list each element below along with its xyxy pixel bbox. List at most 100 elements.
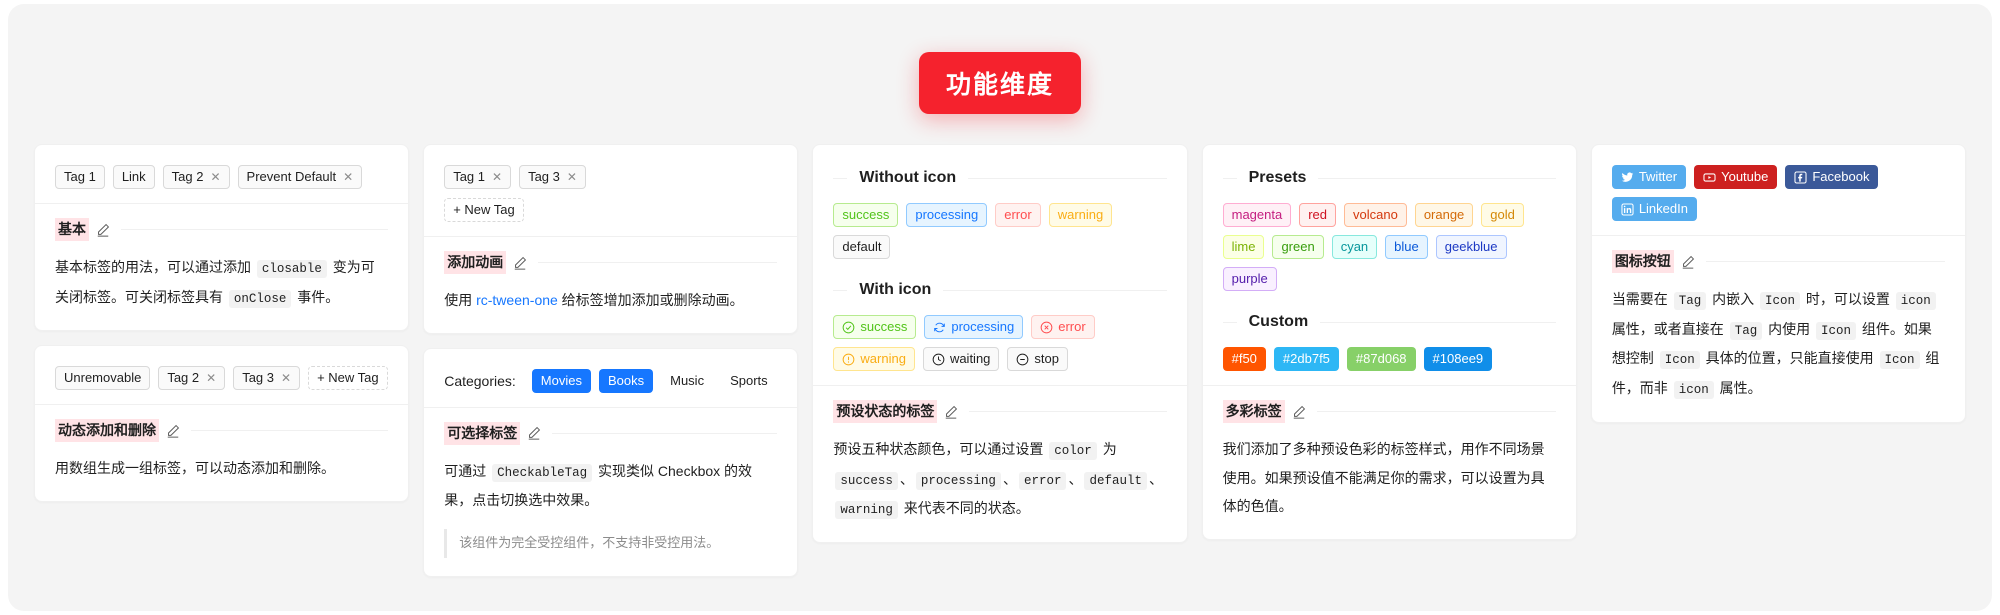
custom-color-tag[interactable]: #87d068 [1346,347,1416,371]
checkable-tag[interactable]: Music [661,369,713,393]
divider-label: With icon [859,281,932,298]
tag[interactable]: error [995,203,1041,227]
tag[interactable]: cyan [1331,235,1378,259]
tag[interactable]: Tag 2 ✕ [158,366,226,391]
new-tag-button[interactable]: + New Tag [308,366,388,391]
tag[interactable]: geekblue [1435,235,1507,259]
tag[interactable]: processing [924,315,1024,339]
tag[interactable]: Tag 2 ✕ [162,165,230,189]
close-icon[interactable]: ✕ [210,167,220,187]
tag[interactable]: Tag 3 ✕ [519,165,586,189]
card-checkable-meta: 可选择标签 可通过 CheckableTag 实现类似 Checkbox 的效果… [424,406,798,576]
edit-pencil-icon[interactable] [527,426,541,440]
tag[interactable]: purple [1222,267,1277,291]
tag[interactable]: error [1031,315,1095,339]
divider-label: Custom [1248,313,1309,330]
page-title: 功能维度 [918,52,1081,114]
desc-text: 当需要在 [1611,291,1672,307]
tag[interactable]: success [833,203,899,227]
close-icon[interactable]: ✕ [492,167,502,187]
desc-text: 基本标签的用法，可以通过添加 [55,259,255,275]
tag[interactable]: Tag 1 ✕ [444,165,512,189]
section-title: 预设状态的标签 [833,400,938,423]
tag[interactable]: orange [1414,203,1474,227]
tag-label: blue [1394,239,1419,254]
tag-label: Link [121,169,146,184]
tag[interactable]: stop [1007,347,1068,371]
desc-text: 预设五种状态颜色，可以通过设置 [833,441,1048,457]
tag[interactable]: blue [1385,235,1428,259]
minus-circle-icon [1016,353,1029,366]
card-animation: Tag 1 ✕ Tag 3 ✕ + New Tag 添加动画 使用 rc-tween-… [423,144,799,334]
tag[interactable]: waiting [922,347,1000,371]
social-tag[interactable]: Youtube [1694,165,1778,189]
new-tag-button[interactable]: + New Tag [444,198,524,222]
edit-pencil-icon[interactable] [1681,255,1695,269]
checkable-tag[interactable]: Sports [721,369,777,393]
tag[interactable]: lime [1222,235,1265,259]
card-colorful-demo: Presets magenta red volcano orange gold lime g… [1203,145,1576,385]
divider-rule-right [1318,177,1556,179]
categories-label: Categories: [444,372,516,389]
inline-code: closable [256,260,327,278]
close-icon[interactable]: ✕ [567,167,577,187]
tag-list-with-icon: success processing error warning waiting stop [833,315,1166,371]
close-icon[interactable]: ✕ [343,167,353,187]
checkable-tag[interactable]: Books [598,368,654,393]
tag[interactable]: warning [1048,203,1113,227]
tag-label: default [842,239,882,254]
desc-text: 为 [1098,441,1117,457]
tag[interactable]: gold [1481,203,1524,227]
section-description: 使用 rc-tween-one 给标签增加添加或删除动画。 [444,286,777,315]
tag[interactable]: Tag 1 [55,165,105,189]
edit-pencil-icon[interactable] [1292,405,1306,419]
tag[interactable]: green [1272,235,1324,259]
close-icon[interactable]: ✕ [206,368,216,388]
edit-pencil-icon[interactable] [96,223,110,237]
tag[interactable]: Prevent Default ✕ [237,165,363,189]
tag-label: processing [915,207,979,222]
page-container: 功能维度 Tag 1 Link Tag 2 ✕ Prevent Default ✕ 基本 [8,4,1992,611]
desc-text: 事件。 [293,288,340,305]
inline-code: Tag [1673,292,1707,310]
rc-tween-one-link[interactable]: rc-tween-one [476,292,558,308]
social-tag[interactable]: Facebook [1785,165,1879,189]
tag[interactable]: red [1299,203,1336,227]
checkable-tag[interactable]: Movies [531,368,591,393]
inline-code: color [1049,442,1097,460]
tag-label: success [860,319,908,334]
close-icon[interactable]: ✕ [281,368,291,388]
social-tag[interactable]: Twitter [1611,165,1687,189]
social-tag[interactable]: LinkedIn [1611,197,1697,221]
desc-text: 属性，或者直接在 [1611,320,1728,337]
edit-pencil-icon[interactable] [944,405,958,419]
inline-code: CheckableTag [492,463,593,482]
tag[interactable]: processing [906,203,988,227]
card-status-meta: 预设状态的标签 预设五种状态颜色，可以通过设置 color 为 success、… [813,385,1187,542]
divider-rule-left [833,177,848,179]
edit-pencil-icon[interactable] [513,256,527,270]
tag[interactable]: success [833,315,917,339]
custom-color-tag[interactable]: #108ee9 [1423,347,1493,371]
desc-text: 、 [1148,470,1163,487]
tag[interactable]: magenta [1222,203,1292,227]
clock-circle-icon [932,353,945,366]
tag[interactable]: Link [112,165,155,189]
meta-title-row: 预设状态的标签 [833,400,1167,423]
tag[interactable]: volcano [1344,203,1407,227]
tag[interactable]: Unremovable [55,366,151,391]
desc-text: 、 [899,470,914,487]
meta-title-row: 图标按钮 [1611,250,1946,273]
custom-color-tag[interactable]: #2db7f5 [1273,347,1339,371]
twitter-icon [1621,171,1634,184]
tag-label: waiting [949,351,991,366]
desc-text: 属性。 [1715,379,1762,396]
tag-label: Tag 1 [64,169,96,184]
tag[interactable]: Tag 3 ✕ [233,366,301,391]
inline-code: warning [835,501,898,520]
desc-post: 给标签增加添加或删除动画。 [557,292,744,308]
tag[interactable]: default [833,235,891,259]
tag[interactable]: warning [833,347,915,371]
edit-pencil-icon[interactable] [166,424,180,438]
custom-color-tag[interactable]: #f50 [1222,347,1266,371]
